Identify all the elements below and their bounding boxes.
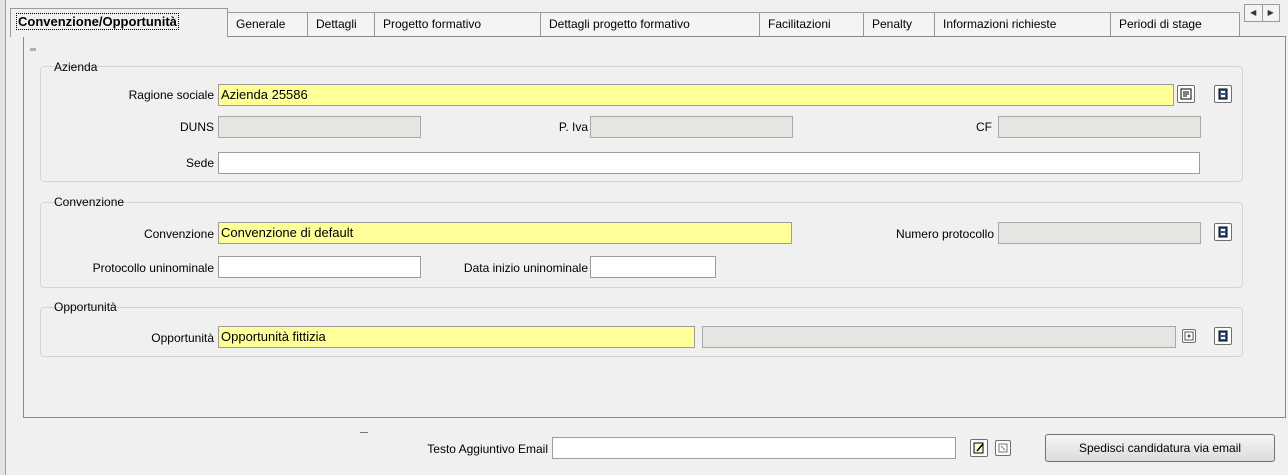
arrow-right-icon[interactable]: ▶ <box>1263 5 1280 21</box>
cf-label: CF <box>976 120 992 134</box>
opportunita-group-title: Opportunità <box>54 300 117 314</box>
opportunita-lookup-button[interactable] <box>1182 329 1196 343</box>
window-left-edge <box>0 0 6 475</box>
sede-field[interactable] <box>218 152 1200 174</box>
tab-informazioni-richieste[interactable]: Informazioni richieste <box>934 12 1111 36</box>
detail-icon <box>1218 88 1228 100</box>
open-convenzione-button[interactable] <box>1214 223 1232 241</box>
convenzione-label: Convenzione <box>143 227 214 241</box>
protocollo-uninominale-field[interactable] <box>218 256 421 278</box>
opportunita-description-field <box>702 326 1176 348</box>
list-icon <box>1180 88 1192 100</box>
azienda-group-title: Azienda <box>54 60 98 74</box>
clear-text-button[interactable] <box>995 440 1011 456</box>
duns-field <box>218 116 421 138</box>
splitter-grip <box>30 48 36 51</box>
tab-scroll-buttons: ◀ ▶ <box>1244 4 1280 22</box>
tab-bar: Convenzione/Opportunità Generale Dettagl… <box>10 8 1286 37</box>
tab-dettagli[interactable]: Dettagli <box>307 12 375 36</box>
tab-convenzione-opportunita[interactable]: Convenzione/Opportunità <box>10 8 228 37</box>
detail-icon <box>1218 226 1228 238</box>
convenzione-field[interactable]: Convenzione di default <box>218 222 792 244</box>
numero-protocollo-label: Numero protocollo <box>895 227 994 241</box>
opportunita-field[interactable]: Opportunità fittizia <box>218 326 695 348</box>
search-icon <box>1184 331 1194 341</box>
piva-field <box>590 116 793 138</box>
data-inizio-uninominale-label: Data inizio uninominale <box>463 261 588 275</box>
opportunita-label: Opportunità <box>151 331 214 345</box>
tab-facilitazioni[interactable]: Facilitazioni <box>759 12 864 36</box>
protocollo-uninominale-label: Protocollo uninominale <box>92 261 214 275</box>
tab-generale[interactable]: Generale <box>227 12 308 36</box>
clear-icon <box>998 443 1008 453</box>
testo-aggiuntivo-label: Testo Aggiuntivo Email <box>427 442 548 456</box>
tab-penalty[interactable]: Penalty <box>863 12 935 36</box>
edit-icon <box>973 442 984 454</box>
arrow-left-icon[interactable]: ◀ <box>1245 5 1263 21</box>
numero-protocollo-field <box>998 222 1201 244</box>
tab-periodi-di-stage[interactable]: Periodi di stage <box>1110 12 1240 36</box>
ragione-sociale-field[interactable]: Azienda 25586 <box>218 84 1174 106</box>
testo-aggiuntivo-field[interactable] <box>552 437 956 459</box>
open-azienda-button[interactable] <box>1214 85 1232 103</box>
send-candidatura-email-button[interactable]: Spedisci candidatura via email <box>1045 434 1275 462</box>
tab-dettagli-progetto-formativo[interactable]: Dettagli progetto formativo <box>540 12 760 36</box>
cf-field <box>998 116 1201 138</box>
lookup-list-button[interactable] <box>1177 85 1195 103</box>
open-opportunita-button[interactable] <box>1214 327 1232 345</box>
sede-label: Sede <box>185 156 214 170</box>
ragione-sociale-label: Ragione sociale <box>128 88 214 102</box>
edit-text-button[interactable] <box>970 439 988 457</box>
detail-icon <box>1218 330 1228 342</box>
splitter-mark <box>360 432 368 433</box>
data-inizio-uninominale-field[interactable] <box>590 256 716 278</box>
duns-label: DUNS <box>179 120 214 134</box>
convenzione-group-title: Convenzione <box>54 195 125 209</box>
piva-label: P. Iva <box>558 120 588 134</box>
tab-progetto-formativo[interactable]: Progetto formativo <box>374 12 541 36</box>
